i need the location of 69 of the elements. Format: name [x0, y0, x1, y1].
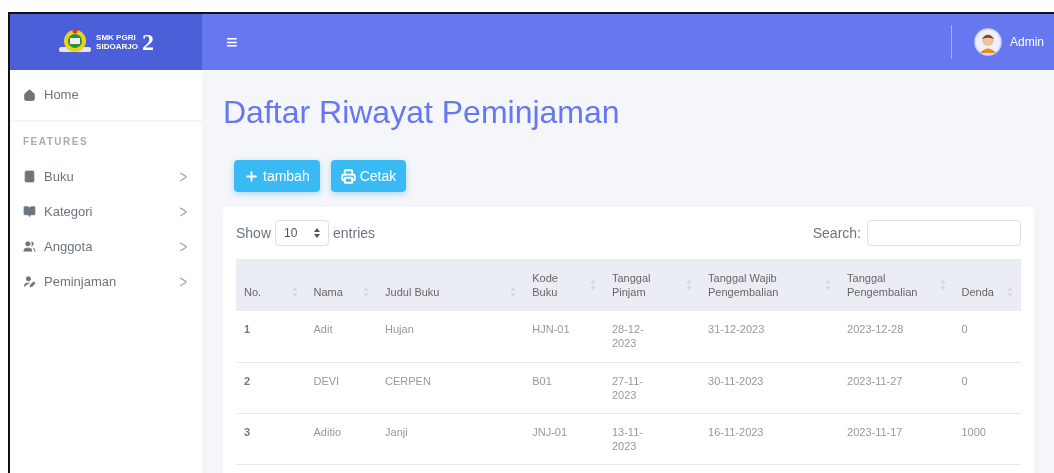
book-icon — [23, 170, 36, 183]
column-header[interactable]: Judul Buku — [385, 285, 440, 299]
plus-icon — [244, 168, 259, 184]
table-cell-text: 1000 — [961, 424, 987, 439]
table-cell-text: 2023-12-28 — [847, 322, 905, 336]
table-cell-text: CERPEN — [385, 373, 432, 388]
sidebar-item[interactable]: Home — [23, 85, 79, 105]
chevron-icon: > — [179, 267, 187, 296]
sort-icon — [510, 286, 517, 298]
users-icon — [23, 240, 36, 253]
search-field[interactable] — [867, 220, 1021, 246]
sidebar-item[interactable]: Anggota > — [10, 229, 202, 264]
table-cell-text: 28-12-2023 — [611, 322, 645, 350]
column-header[interactable]: Tanggal Wajib Pengembalian — [708, 271, 805, 299]
column-header[interactable]: Nama — [313, 285, 343, 299]
user-menu[interactable]: Admin — [974, 28, 1044, 56]
search-label: Search: — [812, 223, 861, 243]
table-cell-text: 13-11-2023 — [611, 424, 644, 453]
column-header[interactable]: Denda — [961, 285, 994, 299]
chevron-icon: > — [179, 232, 187, 261]
table-cell-text: 1 — [244, 322, 252, 336]
table-cell-text: 2023-11-17 — [847, 424, 904, 439]
sort-icon — [291, 286, 298, 298]
chevron-icon: > — [179, 162, 187, 191]
table-cell-text: JNJ-01 — [532, 424, 569, 439]
column-header[interactable]: Tanggal Pinjam — [611, 271, 666, 299]
sort-icon — [825, 279, 832, 291]
entries-select[interactable]: 10 — [275, 220, 330, 246]
school-name: SMK PGRI SIDOARJO — [96, 33, 138, 51]
sidebar-item[interactable]: Kategori > — [10, 194, 202, 229]
table-cell-text: 2023-11-27 — [847, 373, 904, 388]
show-label: Show — [236, 223, 272, 243]
table-cell-text: 0 — [961, 373, 969, 388]
column-header[interactable]: Kode Buku — [532, 271, 573, 299]
table-cell-text: 3 — [244, 424, 252, 439]
sort-icon — [589, 279, 596, 291]
sort-icon — [363, 286, 370, 298]
avatar-icon — [974, 28, 1002, 56]
table-cell-text: Aditio — [313, 424, 343, 439]
printer-icon — [340, 168, 356, 184]
entries-label: entries — [333, 223, 376, 243]
table-cell-text: 30-11-2023 — [708, 373, 765, 388]
table-cell-text: B01 — [532, 373, 553, 388]
chevron-icon: > — [179, 197, 187, 226]
table-cell-text: Hujan — [385, 322, 415, 336]
table-cell-text: Adit — [313, 322, 334, 336]
user-edit-icon — [23, 275, 36, 288]
menu-toggle[interactable]: ≡ — [226, 32, 238, 52]
sidebar-item[interactable]: Buku > — [10, 159, 202, 194]
table-cell-text: 27-11-2023 — [611, 373, 644, 402]
sort-icon — [686, 279, 693, 291]
sort-icon — [1007, 286, 1013, 298]
open-book-icon — [23, 205, 36, 218]
sort-icon — [939, 279, 946, 291]
table-cell-text: DEVI — [313, 373, 341, 388]
table-cell-text: 2 — [244, 373, 252, 388]
table-cell-text: 16-11-2023 — [708, 424, 765, 439]
page-title: Daftar Riwayat Peminjaman — [223, 93, 621, 132]
home-icon — [23, 88, 36, 102]
table-cell-text: Janji — [385, 424, 409, 439]
column-header[interactable]: No. — [244, 285, 262, 299]
select-arrows-icon — [314, 228, 321, 238]
table-cell-text: HJN-01 — [532, 322, 571, 336]
sidebar-item[interactable]: Peminjaman > — [10, 264, 202, 299]
school-number: 2 — [141, 30, 154, 54]
section-label: FEATURES — [22, 135, 90, 149]
column-header[interactable]: Tanggal Pengembalian — [847, 271, 928, 299]
table-cell-text: 0 — [961, 322, 969, 336]
table-cell-text: 31-12-2023 — [708, 322, 766, 336]
